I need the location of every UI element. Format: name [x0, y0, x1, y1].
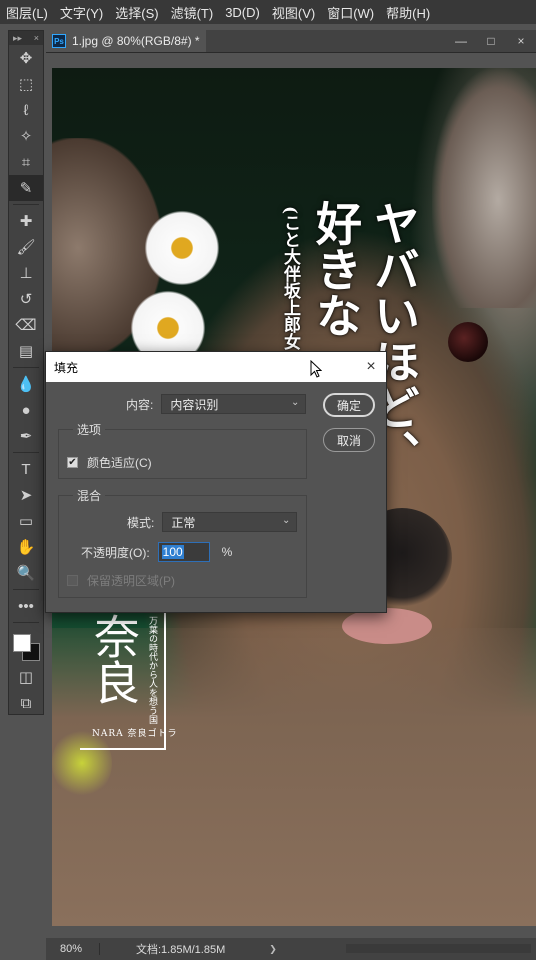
photoshop-file-icon: Ps — [52, 34, 66, 48]
maximize-button[interactable]: □ — [476, 34, 506, 48]
move-tool-icon[interactable]: ✥ — [9, 45, 43, 71]
nara-footer: NARA 奈良ゴトラ — [92, 729, 178, 739]
collapse-icon[interactable]: ▸▸ — [13, 33, 22, 44]
gradient-tool-icon[interactable]: ▤ — [9, 338, 43, 364]
deer-eye — [448, 322, 488, 362]
tools-panel-header[interactable]: ▸▸ × — [9, 31, 43, 45]
zoom-tool-icon[interactable]: 🔍 — [9, 560, 43, 586]
cancel-button[interactable]: 取消 — [323, 428, 375, 452]
opacity-unit: % — [221, 545, 233, 559]
screen-mode-icon[interactable]: ⧉ — [9, 690, 43, 716]
hand-tool-icon[interactable]: ✋ — [9, 534, 43, 560]
nara-title: 奈良 — [87, 613, 141, 705]
quick-mask-icon[interactable]: ◫ — [9, 664, 43, 690]
mode-select-value: 正常 — [171, 515, 196, 530]
marquee-tool-icon[interactable]: ⬚ — [9, 71, 43, 97]
mode-label: 模式: — [127, 515, 155, 530]
tool-separator — [13, 204, 39, 205]
dialog-close-button[interactable]: × — [356, 358, 386, 376]
options-group-label: 选项 — [73, 421, 106, 438]
brush-tool-icon[interactable]: 🖌 — [9, 234, 43, 260]
content-select-value: 内容识别 — [170, 397, 219, 412]
content-label: 内容: — [126, 397, 154, 412]
deer-ear-right — [432, 68, 536, 308]
eraser-tool-icon[interactable]: ⌫ — [9, 312, 43, 338]
status-bar: 80% 文档:1.85M/1.85M ❯ — [46, 938, 536, 960]
magic-wand-tool-icon[interactable]: ✧ — [9, 123, 43, 149]
mouse-cursor-icon — [310, 360, 322, 378]
headline-text-2: 好きな — [309, 200, 363, 338]
opacity-label: 不透明度(O): — [81, 545, 150, 560]
fill-dialog: 填充 × 内容: 内容识别 ⌄ 确定 取消 选项 ✔ 颜色适应(C) 混合 模式… — [45, 351, 387, 613]
menu-item[interactable]: 图层(L) — [0, 3, 54, 22]
menu-item[interactable]: 窗口(W) — [321, 3, 380, 22]
minimize-button[interactable]: — — [446, 34, 476, 48]
tool-separator — [13, 367, 39, 368]
tools-panel: ▸▸ × ✥ ⬚ ℓ ✧ ⌗ ✎ ✚ 🖌 ⊥ ↺ ⌫ ▤ 💧 ● ✒ T ➤ ▭ ✋ 🔍 ••• ◫ ⧉ — [8, 30, 44, 715]
chevron-down-icon: ⌄ — [281, 515, 291, 526]
more-tools-icon[interactable]: ••• — [9, 593, 43, 619]
opacity-input[interactable]: 100 — [157, 542, 210, 562]
blend-group-label: 混合 — [73, 487, 106, 504]
content-select[interactable]: 内容识别 ⌄ — [161, 394, 307, 414]
eyedropper-tool-icon[interactable]: ✎ — [9, 175, 43, 201]
blur-tool-icon[interactable]: 💧 — [9, 371, 43, 397]
status-menu-arrow-icon[interactable]: ❯ — [269, 944, 277, 955]
blend-group: 混合 模式: 正常 ⌄ 不透明度(O): 100 % 保留透明区域(P) — [58, 487, 307, 598]
menu-item[interactable]: 文字(Y) — [54, 3, 109, 22]
menu-item[interactable]: 帮助(H) — [380, 3, 436, 22]
color-adapt-label: 颜色适应(C) — [87, 456, 152, 470]
path-selection-tool-icon[interactable]: ➤ — [9, 482, 43, 508]
document-tab[interactable]: Ps 1.jpg @ 80%(RGB/8#) * — [46, 30, 206, 52]
author-text: (こと大伴坂上郎女 — [280, 206, 300, 351]
lasso-tool-icon[interactable]: ℓ — [9, 97, 43, 123]
preserve-transparency-checkbox[interactable] — [67, 575, 78, 586]
nara-subtitle: 万葉の時代から人を想う国 — [147, 616, 157, 724]
close-document-button[interactable]: × — [506, 34, 536, 48]
type-tool-icon[interactable]: T — [9, 456, 43, 482]
document-tab-bar: Ps 1.jpg @ 80%(RGB/8#) * — □ × — [46, 30, 536, 53]
color-swatches[interactable] — [9, 626, 43, 664]
close-icon[interactable]: × — [34, 33, 39, 43]
mode-select[interactable]: 正常 ⌄ — [162, 512, 298, 532]
opacity-value: 100 — [161, 545, 184, 559]
healing-brush-tool-icon[interactable]: ✚ — [9, 208, 43, 234]
chevron-down-icon: ⌄ — [290, 397, 300, 408]
menu-item[interactable]: 选择(S) — [109, 3, 164, 22]
document-info: 文档:1.85M/1.85M — [136, 944, 226, 956]
clone-stamp-tool-icon[interactable]: ⊥ — [9, 260, 43, 286]
deer-tongue — [342, 608, 432, 644]
dialog-title: 填充 — [54, 360, 79, 375]
zoom-level[interactable]: 80% — [46, 943, 100, 955]
foreground-color-swatch[interactable] — [13, 634, 31, 652]
rectangle-tool-icon[interactable]: ▭ — [9, 508, 43, 534]
pen-tool-icon[interactable]: ✒ — [9, 423, 43, 449]
menu-item[interactable]: 视图(V) — [266, 3, 321, 22]
history-brush-tool-icon[interactable]: ↺ — [9, 286, 43, 312]
preserve-transparency-label: 保留透明区域(P) — [87, 574, 175, 588]
crop-tool-icon[interactable]: ⌗ — [9, 149, 43, 175]
tool-separator — [13, 589, 39, 590]
menu-bar: 图层(L) 文字(Y) 选择(S) 滤镜(T) 3D(D) 视图(V) 窗口(W) 帮助(H) — [0, 0, 536, 24]
ok-button[interactable]: 确定 — [323, 393, 375, 417]
horizontal-scrollbar[interactable] — [346, 944, 531, 953]
dodge-tool-icon[interactable]: ● — [9, 397, 43, 423]
tool-separator — [13, 452, 39, 453]
dialog-titlebar[interactable]: 填充 × — [46, 352, 386, 382]
daisy-flower-top — [142, 208, 222, 288]
options-group: 选项 ✔ 颜色适应(C) — [58, 421, 307, 479]
document-tab-title: 1.jpg @ 80%(RGB/8#) * — [72, 34, 200, 48]
menu-item[interactable]: 3D(D) — [219, 5, 266, 20]
color-adapt-checkbox[interactable]: ✔ — [67, 457, 78, 468]
menu-item[interactable]: 滤镜(T) — [165, 3, 220, 22]
